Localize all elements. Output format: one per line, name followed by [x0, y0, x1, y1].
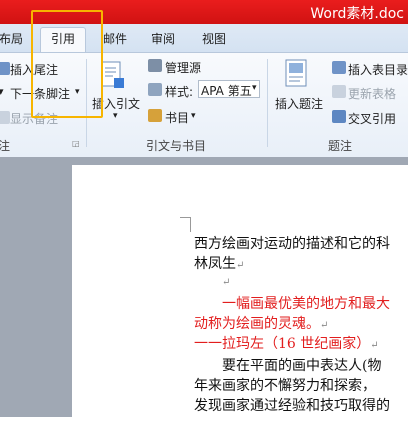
manage-sources-label: 管理源 — [165, 61, 202, 75]
doc-line: 西方绘画对运动的描述和它的科 — [194, 233, 390, 253]
dialog-launcher-icon[interactable]: ◲ — [72, 139, 80, 148]
insert-table-of-figures-label: 插入表目录 — [348, 63, 408, 77]
doc-line-text: 西方绘画对运动的描述和它的科 — [194, 236, 390, 252]
insert-caption-label: 插入题注 — [275, 97, 324, 111]
next-footnote-arrow-icon: ▾ — [0, 85, 4, 98]
margin-corner-mark — [180, 217, 191, 232]
doc-line: 林凤生↵ — [194, 253, 244, 273]
doc-line-text: 林凤生 — [194, 256, 236, 272]
chevron-down-icon: ▾ — [113, 111, 118, 121]
doc-line-text: 发现画家通过经验和技巧取得的 — [194, 398, 390, 414]
doc-line: 动称为绘画的灵魂。↵ — [194, 313, 328, 333]
doc-line-text: 一一拉玛左（16 世纪画家） — [194, 336, 371, 352]
group-separator — [267, 59, 268, 147]
document-page[interactable]: 西方绘画对运动的描述和它的科 林凤生↵ ↵ 一幅画最优美的地方和最大 动称为绘画… — [72, 165, 408, 425]
paragraph-mark: ↵ — [222, 277, 231, 288]
style-label: 样式: — [165, 85, 194, 99]
show-notes-icon — [0, 111, 10, 124]
tab-view[interactable]: 视图 — [197, 28, 231, 50]
doc-line: 年来画家的不懈努力和探索， — [194, 375, 376, 395]
insert-caption-icon — [285, 59, 307, 87]
doc-line-text: 动称为绘画的灵魂。 — [194, 316, 320, 332]
window-title: Word素材.doc — [310, 6, 404, 22]
tab-mailings[interactable]: 邮件 — [98, 28, 132, 50]
chevron-down-icon: ▾ — [252, 83, 257, 93]
doc-line: 一幅画最优美的地方和最大 — [222, 293, 390, 313]
tab-layout[interactable]: 布局 — [0, 28, 26, 50]
paragraph-mark: ↵ — [320, 320, 329, 331]
cross-reference-icon — [332, 110, 346, 123]
doc-line: 要在平面的画中表达人(物 — [222, 355, 381, 375]
doc-line-text: 年来画家的不懈努力和探索， — [194, 378, 376, 394]
bibliography-label: 书目 — [165, 111, 190, 125]
doc-line: ↵ — [222, 273, 230, 289]
footnotes-group-label: 注 — [0, 139, 11, 153]
doc-line: 发现画家通过经验和技巧取得的 — [194, 395, 390, 415]
doc-line: 一一拉玛左（16 世纪画家）↵ — [194, 333, 379, 353]
update-table-icon — [332, 85, 346, 98]
update-table-label: 更新表格 — [348, 87, 397, 101]
style-icon — [148, 83, 162, 96]
document-area: 西方绘画对运动的描述和它的科 林凤生↵ ↵ 一幅画最优美的地方和最大 动称为绘画… — [0, 157, 408, 425]
chevron-down-icon: ▾ — [191, 111, 196, 121]
table-of-figures-icon — [332, 61, 346, 74]
insert-citation-icon — [101, 61, 124, 88]
bibliography-icon — [148, 109, 162, 122]
doc-line-text: 要在平面的画中表达人(物 — [222, 358, 382, 374]
style-value: APA 第五 — [201, 84, 252, 98]
tab-review[interactable]: 审阅 — [146, 28, 180, 50]
endnote-icon — [0, 62, 10, 75]
doc-line-text: 一幅画最优美的地方和最大 — [222, 296, 390, 312]
paragraph-mark: ↵ — [370, 340, 379, 351]
cross-reference-label: 交叉引用 — [348, 112, 397, 126]
paragraph-mark: ↵ — [236, 260, 245, 271]
manage-sources-icon — [148, 59, 162, 72]
highlight-box — [31, 10, 103, 118]
citations-group-label: 引文与书目 — [146, 139, 207, 153]
captions-group-label: 题注 — [328, 139, 353, 153]
